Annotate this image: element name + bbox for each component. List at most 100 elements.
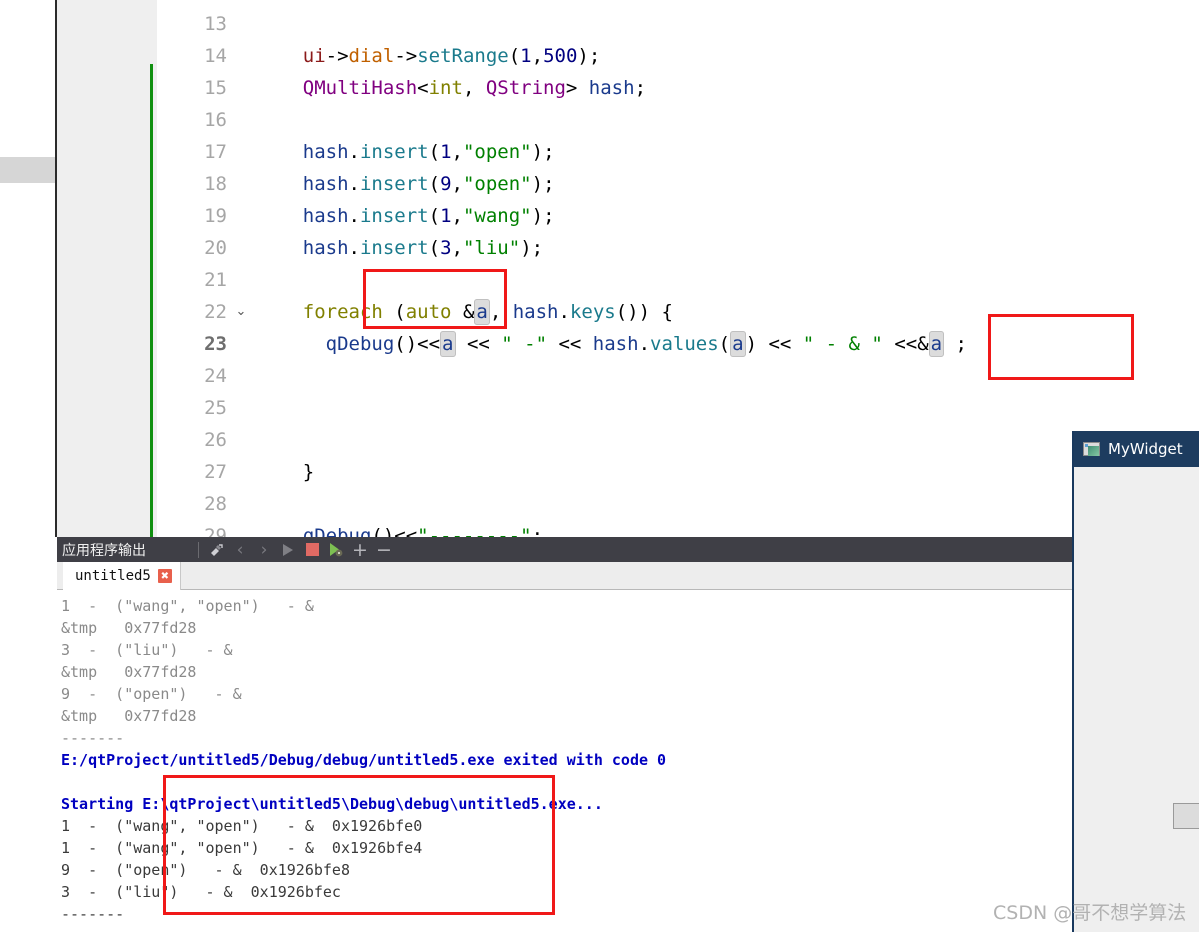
code-line[interactable]: 29 qDebug()<<"--------";: [157, 520, 1199, 537]
code-token: QMultiHash: [302, 77, 418, 99]
code-line[interactable]: 14 ui->dial->setRange(1,500);: [157, 40, 1199, 72]
code-token: " -": [501, 333, 548, 355]
code-token: &: [848, 333, 860, 355]
outer-scrollbar-thumb[interactable]: [0, 157, 56, 183]
code-line[interactable]: 26: [157, 424, 1199, 456]
code-token: "open": [462, 141, 532, 163]
code-token: ;: [634, 77, 647, 99]
outer-scrollbar[interactable]: [0, 0, 56, 932]
code-line[interactable]: 17 hash.insert(1,"open");: [157, 136, 1199, 168]
console-line: 1 - ("wang", "open") - &: [61, 597, 314, 615]
line-number: 20: [204, 237, 227, 259]
code-lines-container[interactable]: 13 14 ui->dial->setRange(1,500); 15 QMulti…: [157, 8, 1199, 537]
console-line: &tmp 0x77fd28: [61, 663, 197, 681]
prev-icon[interactable]: ‹: [228, 538, 252, 562]
code-editor[interactable]: 13 14 ui->dial->setRange(1,500); 15 QMulti…: [57, 0, 1199, 537]
line-number: 28: [204, 493, 227, 515]
line-number: 17: [204, 141, 227, 163]
output-panel-title: 应用程序输出: [62, 542, 146, 559]
code-token: hash: [302, 205, 349, 227]
code-line[interactable]: 25: [157, 392, 1199, 424]
code-token: ,: [451, 205, 463, 227]
code-token: ,: [451, 237, 463, 259]
code-token: }: [302, 461, 315, 483]
code-token: "wang": [462, 205, 532, 227]
code-token: ->: [325, 45, 349, 67]
console-line: 3 - ("liu") - &: [61, 641, 233, 659]
clear-icon[interactable]: [204, 538, 228, 562]
run-debug-icon[interactable]: [324, 538, 348, 562]
code-token: insert: [359, 173, 429, 195]
editor-gutter[interactable]: [57, 0, 157, 537]
chevron-down-icon[interactable]: ⌄: [233, 296, 249, 328]
next-icon[interactable]: ›: [252, 538, 276, 562]
code-token: (: [428, 237, 441, 259]
close-icon[interactable]: ✖: [157, 569, 172, 583]
code-token: 1: [440, 205, 452, 227]
code-line[interactable]: 15 QMultiHash<int, QString> hash;: [157, 72, 1199, 104]
line-number: 21: [204, 269, 227, 291]
code-line[interactable]: 13: [157, 8, 1199, 40]
console-line: &tmp 0x77fd28: [61, 707, 197, 725]
code-token: 3: [440, 237, 452, 259]
code-token: <<: [455, 333, 502, 355]
code-token: QString: [485, 77, 566, 99]
code-line[interactable]: 16: [157, 104, 1199, 136]
code-token: ,: [531, 45, 544, 67]
code-token: ()) {: [615, 301, 673, 323]
code-line[interactable]: 19 hash.insert(1,"wang");: [157, 200, 1199, 232]
code-line[interactable]: 28: [157, 488, 1199, 520]
line-number: 22: [204, 301, 227, 323]
code-token: <<: [547, 333, 593, 355]
code-line-text: QMultiHash<int, QString> hash;: [257, 72, 646, 104]
zoom-in-icon[interactable]: +: [348, 538, 372, 562]
output-tab-untitled5[interactable]: untitled5 ✖: [63, 562, 181, 590]
line-number: 14: [204, 45, 227, 67]
code-token: ": [859, 333, 883, 355]
code-line[interactable]: 21: [157, 264, 1199, 296]
code-line[interactable]: 20 hash.insert(3,"liu");: [157, 232, 1199, 264]
code-line-text: hash.insert(1,"open");: [257, 136, 555, 168]
code-line[interactable]: 27 }: [157, 456, 1199, 488]
code-token: insert: [359, 141, 429, 163]
console-line: 9 - ("open") - &: [61, 685, 242, 703]
code-line[interactable]: 18 hash.insert(9,"open");: [157, 168, 1199, 200]
code-line-text: foreach (auto & a, hash.keys()) {: [257, 296, 673, 328]
code-line[interactable]: 23 qDebug()<< a << " -" << hash.values(a)…: [157, 328, 1199, 360]
code-token: auto: [405, 301, 452, 323]
play-icon[interactable]: [276, 538, 300, 562]
application-output-panel[interactable]: 应用程序输出 ‹ › + − untitled5 ✖ 1 - ("wang", …: [57, 537, 1073, 932]
symbol-occurrence: a: [474, 299, 490, 325]
code-token: ;: [531, 525, 544, 537]
code-token: <<&: [882, 333, 929, 355]
code-token: .: [638, 333, 651, 355]
stop-icon[interactable]: [300, 538, 324, 562]
console-line: 9 - ("open") - & 0x1926bfe8: [61, 861, 350, 879]
mywidget-content: c: [1074, 467, 1199, 932]
zoom-out-icon[interactable]: −: [372, 538, 396, 562]
output-console-text[interactable]: 1 - ("wang", "open") - & &tmp 0x77fd28 3 -…: [57, 591, 1073, 932]
code-token: .: [348, 205, 360, 227]
mywidget-title-bar[interactable]: MyWidget: [1074, 431, 1199, 467]
code-token: (: [428, 173, 441, 195]
code-token: insert: [359, 237, 429, 259]
mywidget-window[interactable]: MyWidget c: [1072, 431, 1199, 932]
console-line: -------: [61, 729, 125, 747]
code-line-text: qDebug()<< a << " -" << hash.values(a) <<…: [257, 328, 967, 360]
mywidget-button[interactable]: c: [1173, 803, 1199, 829]
code-token: (: [508, 45, 521, 67]
code-line[interactable]: 22 ⌄ foreach (auto & a, hash.keys()) {: [157, 296, 1199, 328]
toolbar-divider: [198, 541, 199, 558]
code-token: (: [428, 205, 441, 227]
line-number: 27: [204, 461, 227, 483]
code-token: setRange: [417, 45, 509, 67]
code-token: "--------": [417, 525, 532, 537]
code-line[interactable]: 24: [157, 360, 1199, 392]
